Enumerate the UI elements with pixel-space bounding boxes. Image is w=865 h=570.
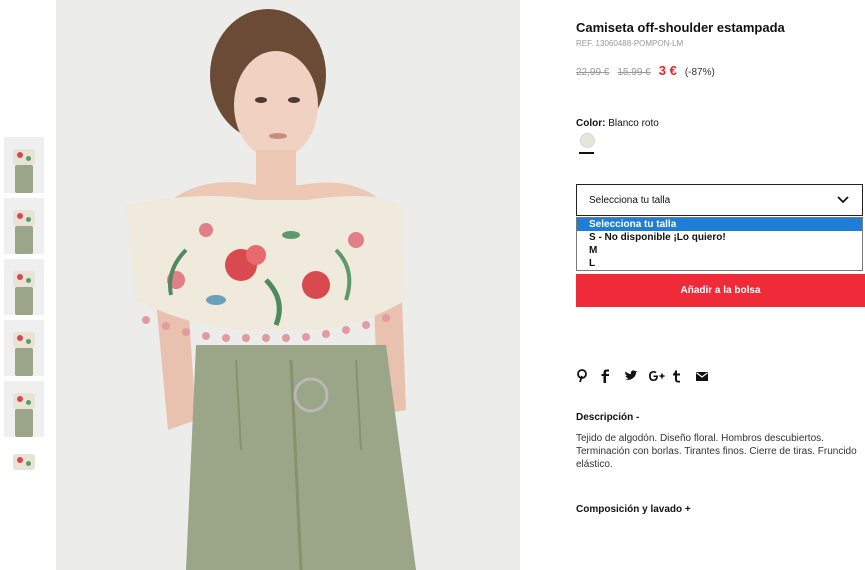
color-swatch-selected-indicator <box>579 152 594 154</box>
chevron-down-icon <box>837 196 849 204</box>
mail-icon[interactable] <box>696 371 710 381</box>
pinterest-icon[interactable] <box>576 369 590 383</box>
google-plus-icon[interactable] <box>648 370 665 382</box>
thumbnail-6[interactable] <box>4 442 44 498</box>
price-current: 3 € <box>658 63 677 78</box>
twitter-icon[interactable] <box>624 370 638 382</box>
size-select[interactable]: Selecciona tu talla <box>576 184 863 216</box>
thumbnail-1[interactable] <box>4 137 44 193</box>
description-heading[interactable]: Descripción - <box>576 412 639 423</box>
product-photo <box>56 0 520 570</box>
share-icons <box>576 369 710 383</box>
composition-heading[interactable]: Composición y lavado + <box>576 504 691 515</box>
tumblr-icon[interactable] <box>672 370 686 383</box>
thumbnail-4[interactable] <box>4 320 44 376</box>
thumbnail-3[interactable] <box>4 259 44 315</box>
description-text: Tejido de algodón. Diseño floral. Hombro… <box>576 433 857 470</box>
size-option-placeholder[interactable]: Selecciona tu talla <box>577 218 862 231</box>
thumbnail-2[interactable] <box>4 198 44 254</box>
size-option-m[interactable]: M <box>577 244 862 257</box>
price-previous: 15,99 € <box>617 67 651 78</box>
color-swatch[interactable] <box>580 133 595 148</box>
product-ref: REF. 13060488-POMPON-LM <box>576 39 684 48</box>
model-illustration <box>56 0 520 570</box>
price-discount: (-87%) <box>684 67 715 78</box>
size-option-l[interactable]: L <box>577 257 862 270</box>
size-option-s[interactable]: S - No disponible ¡Lo quiero! <box>577 231 862 244</box>
add-to-bag-button[interactable]: Añadir a la bolsa <box>576 274 865 307</box>
thumbnail-5[interactable] <box>4 381 44 437</box>
color-label: Color: Blanco roto <box>576 118 659 129</box>
size-select-value: Selecciona tu talla <box>589 195 671 206</box>
size-options-list: Selecciona tu talla S - No disponible ¡L… <box>576 217 863 271</box>
thumbnail-list <box>4 137 44 503</box>
color-value: Blanco roto <box>608 118 659 129</box>
price-row: 22,99 € 15,99 € 3 € (-87%) <box>576 63 715 78</box>
product-title: Camiseta off-shoulder estampada <box>576 20 785 35</box>
color-label-key: Color: <box>576 118 606 129</box>
facebook-icon[interactable] <box>600 369 614 383</box>
price-original: 22,99 € <box>576 67 610 78</box>
